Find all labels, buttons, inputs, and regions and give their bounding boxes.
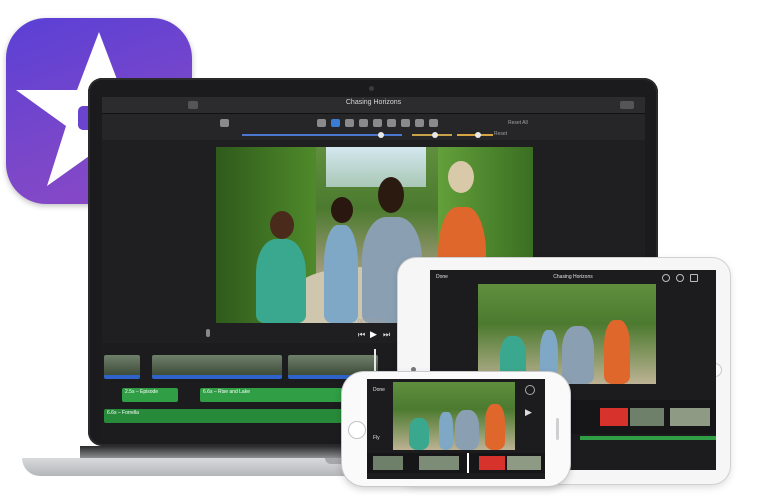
video-clip[interactable] [419,456,459,470]
filter-icon[interactable] [415,119,424,127]
play-icon[interactable]: ▶ [370,329,377,340]
person-4 [604,320,630,384]
iphone-timeline [367,453,545,473]
saturation-slider[interactable] [412,132,452,138]
adjustment-toolbar: Reset All Reset [102,114,645,140]
camera-dot [369,86,374,91]
slider-knob[interactable] [475,132,481,138]
video-clip[interactable] [104,355,140,379]
share-icon[interactable] [690,274,698,282]
info-icon[interactable] [429,119,438,127]
speed-icon[interactable] [401,119,410,127]
video-clip[interactable] [507,456,541,470]
next-icon[interactable]: ⏭ [383,330,390,340]
person-4-head [448,161,474,193]
person-1 [256,239,306,323]
iphone-video-viewer [393,382,515,450]
slider-knob[interactable] [378,132,384,138]
slider-knob[interactable] [432,132,438,138]
person-1 [409,418,429,450]
magic-wand-icon[interactable] [220,119,229,127]
previous-icon[interactable]: ⏮ [358,330,365,340]
video-clip[interactable] [600,408,628,426]
timecode: 00:08 / 01:12 [358,319,388,325]
playhead[interactable] [467,453,469,473]
person-2 [324,225,358,323]
settings-icon[interactable] [525,385,535,395]
play-icon[interactable]: ▶ [525,407,532,418]
person-3 [455,410,479,450]
project-title: Chasing Horizons [553,274,593,280]
color-balance-icon[interactable] [317,119,326,127]
stabilization-icon[interactable] [359,119,368,127]
person-2-head [331,197,353,223]
person-1-head [270,211,294,239]
person-3-head [378,177,404,213]
video-clip[interactable] [373,456,403,470]
video-clip[interactable] [630,408,664,426]
temperature-slider[interactable] [457,132,493,138]
noise-reduction-icon[interactable] [387,119,396,127]
person-4 [485,404,505,450]
person-2 [439,412,453,450]
settings-icon[interactable] [676,274,684,282]
iphone-home-button[interactable] [348,421,366,439]
video-clip[interactable] [670,408,710,426]
help-icon[interactable] [662,274,670,282]
window-title: Chasing Horizons [345,99,402,106]
crop-icon[interactable] [345,119,354,127]
done-button[interactable]: Done [373,387,385,393]
microphone-icon[interactable] [206,329,210,337]
fly-button[interactable]: Fly [373,435,380,441]
video-clip[interactable] [479,456,505,470]
person-3 [562,326,594,384]
exposure-slider[interactable] [242,132,402,138]
video-clip[interactable] [152,355,282,379]
ipad-video-viewer [478,284,656,384]
color-correction-icon[interactable] [331,119,340,127]
reset-button[interactable]: Reset [494,131,507,137]
sky [326,147,426,187]
share-button[interactable] [620,101,634,109]
reset-all-button[interactable]: Reset All [508,120,528,126]
audio-track[interactable]: 2.5s – Episode [122,388,178,402]
imovie-iphone-screen: Done Fly ▶ [367,379,545,479]
track-label: 2.5s – Episode [125,389,159,395]
iphone-speaker [556,418,559,440]
audio-track[interactable] [580,436,716,440]
title-bar: Chasing Horizons [102,97,645,114]
volume-icon[interactable] [373,119,382,127]
